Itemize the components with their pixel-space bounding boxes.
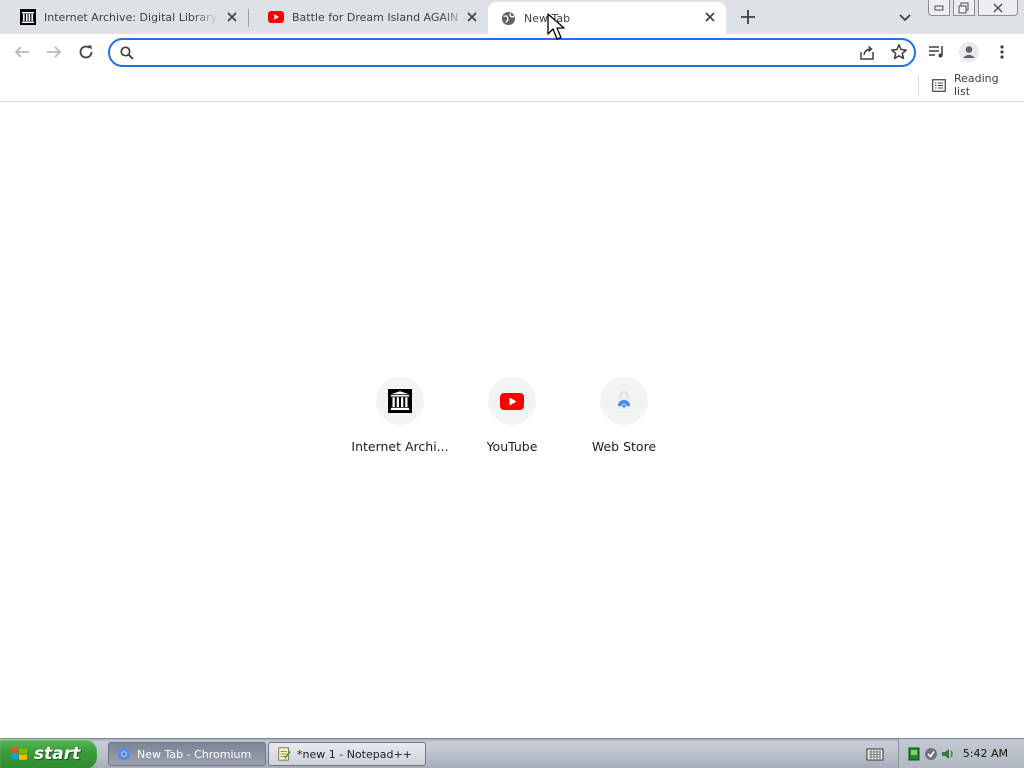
shortcut-label: YouTube: [486, 439, 538, 454]
start-button[interactable]: start: [0, 739, 97, 768]
close-icon: [993, 3, 1003, 12]
search-icon: [120, 46, 134, 60]
taskbar-item-chromium[interactable]: New Tab - Chromium: [108, 742, 266, 766]
chromium-icon: [117, 747, 131, 761]
reading-list-label: Reading list: [953, 72, 999, 98]
forward-button[interactable]: [42, 40, 66, 64]
archive-icon: [388, 389, 412, 413]
tab-internet-archive[interactable]: Internet Archive: Digital Library of Fre…: [0, 0, 248, 34]
globe-icon: [500, 10, 516, 26]
shortcut-youtube[interactable]: YouTube: [456, 377, 568, 467]
tab-strip: Internet Archive: Digital Library of Fre…: [0, 0, 1024, 34]
shortcut-icon-tile: [376, 377, 424, 425]
shortcut-internet-archive[interactable]: Internet Archi...: [344, 377, 456, 467]
tab-search-button[interactable]: [896, 9, 914, 27]
tab-title: New Tab: [524, 11, 571, 25]
divider: [918, 75, 919, 95]
restore-icon: [958, 2, 969, 13]
clock[interactable]: 5:42 AM: [963, 747, 1008, 760]
web-store-icon: [617, 391, 631, 409]
tab-title: Internet Archive: Digital Library of Fre…: [44, 10, 219, 24]
windows-logo-icon: [11, 747, 27, 760]
minimize-icon: [934, 5, 944, 10]
tab-new-tab[interactable]: New Tab: [488, 2, 726, 34]
back-arrow-icon: [14, 46, 29, 58]
taskbar: start New Tab - Chromium *new 1 - Notepa…: [0, 738, 1024, 768]
tab-title: Battle for Dream Island AGAIN - Season: [292, 10, 467, 24]
system-tray: 5:42 AM: [898, 739, 1024, 768]
shortcut-label: Web Store: [591, 439, 657, 454]
archive-icon: [20, 9, 36, 25]
shortcut-icon-tile: [600, 377, 648, 425]
reading-list-button[interactable]: Reading list: [926, 72, 1024, 98]
shortcut-web-store[interactable]: Web Store: [568, 377, 680, 467]
new-tab-button[interactable]: [738, 7, 758, 27]
tab-youtube[interactable]: Battle for Dream Island AGAIN - Season: [248, 0, 488, 34]
profile-button[interactable]: [957, 40, 981, 64]
volume-icon[interactable]: [941, 747, 955, 761]
new-tab-page: Internet Archi... YouTube Web Store: [0, 103, 1024, 738]
start-label: start: [34, 744, 81, 764]
star-icon[interactable]: [890, 43, 908, 61]
chevron-down-icon: [899, 14, 911, 22]
taskbar-item-label: New Tab - Chromium: [137, 747, 252, 761]
plus-icon: [741, 10, 755, 24]
taskbar-item-notepad[interactable]: *new 1 - Notepad++: [268, 742, 426, 766]
restore-button[interactable]: [953, 0, 975, 16]
shield-icon[interactable]: [924, 747, 938, 761]
minimize-button[interactable]: [928, 0, 950, 16]
close-icon[interactable]: [702, 9, 718, 25]
window-close-button[interactable]: [978, 0, 1018, 16]
back-button[interactable]: [10, 40, 34, 64]
close-icon[interactable]: [464, 9, 480, 25]
media-queue-icon: [929, 46, 943, 58]
shortcut-label: Internet Archi...: [351, 439, 449, 454]
forward-arrow-icon: [47, 46, 62, 58]
taskbar-item-label: *new 1 - Notepad++: [297, 747, 412, 761]
menu-button[interactable]: [990, 40, 1014, 64]
toolbar: [0, 34, 1024, 70]
network-icon[interactable]: [907, 747, 921, 761]
shortcut-icon-tile: [488, 377, 536, 425]
keyboard-icon[interactable]: [866, 746, 884, 762]
youtube-icon: [500, 392, 524, 410]
kebab-menu-icon: [1000, 45, 1004, 59]
reload-icon: [79, 45, 93, 59]
address-input[interactable]: [144, 43, 844, 62]
close-icon[interactable]: [224, 9, 240, 25]
reading-list-icon: [932, 78, 946, 92]
share-icon[interactable]: [858, 44, 876, 62]
omnibox[interactable]: [108, 38, 916, 67]
reload-button[interactable]: [74, 40, 98, 64]
youtube-icon: [268, 9, 284, 25]
notepad-plus-plus-icon: [278, 747, 291, 761]
bookmarks-bar: Reading list: [0, 70, 1024, 102]
avatar-icon: [959, 42, 979, 62]
media-controls-button[interactable]: [925, 40, 949, 64]
